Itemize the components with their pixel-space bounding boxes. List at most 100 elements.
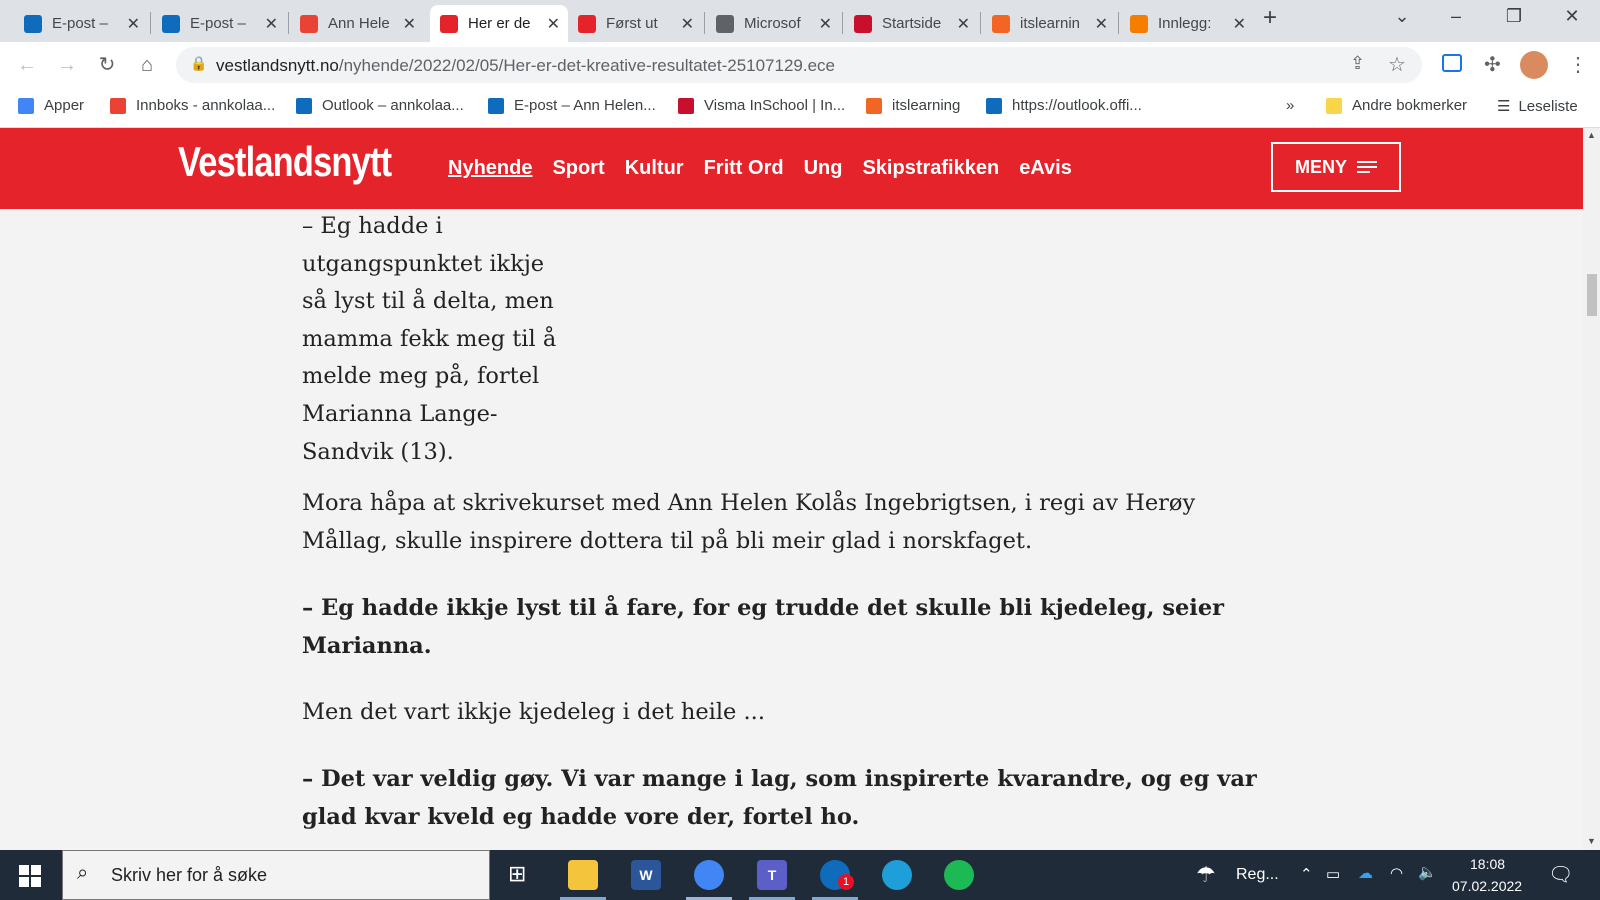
bookmark-item[interactable]: Apper — [18, 97, 84, 114]
url-text[interactable]: vestlandsnytt.no/nyhende/2022/02/05/Her-… — [216, 56, 835, 76]
puzzle-icon[interactable]: ✣ — [1484, 52, 1501, 77]
volume-icon[interactable]: 🔈 — [1418, 863, 1437, 881]
site-logo[interactable]: Vestlandsnytt — [178, 138, 392, 186]
word-icon[interactable]: W — [631, 860, 661, 890]
tab-strip: E-post – ✕ E-post – ✕ Ann Hele ✕ Her er de ✕ Før… — [0, 0, 1600, 42]
weather-icon[interactable]: ☂ — [1196, 862, 1216, 888]
site-nav-item-kultur[interactable]: Kultur — [625, 157, 684, 180]
tab-search-icon[interactable]: ⌄ — [1382, 6, 1422, 27]
forward-button[interactable]: → — [52, 50, 82, 80]
site-nav-item-ung[interactable]: Ung — [804, 157, 843, 180]
spotify-icon[interactable] — [944, 860, 974, 890]
close-tab-icon[interactable]: ✕ — [1095, 14, 1108, 34]
chrome-icon[interactable] — [694, 860, 724, 890]
site-nav-item-fritt-ord[interactable]: Fritt Ord — [704, 157, 784, 180]
scroll-up-arrow-icon[interactable]: ▲ — [1587, 130, 1596, 140]
tab-label: Microsof — [744, 15, 801, 32]
scroll-down-arrow-icon[interactable]: ▼ — [1587, 836, 1596, 846]
extension-icon[interactable] — [1442, 54, 1462, 72]
tab-separator — [980, 12, 981, 34]
tab[interactable]: Innlegg: ✕ — [1120, 5, 1254, 42]
reading-list-icon: ☰ — [1497, 98, 1511, 115]
close-tab-icon[interactable]: ✕ — [819, 14, 832, 34]
windows-start-icon[interactable] — [19, 865, 41, 887]
clock-time[interactable]: 18:08 — [1470, 856, 1505, 872]
restore-button[interactable]: ❐ — [1494, 6, 1534, 27]
bookmark-item[interactable]: Visma InSchool | In... — [678, 97, 845, 114]
apps-grid-icon — [18, 97, 34, 114]
other-bookmarks[interactable]: Andre bokmerker — [1326, 97, 1467, 114]
bookmark-item[interactable]: https://outlook.offi... — [986, 97, 1142, 114]
file-explorer-icon[interactable] — [568, 860, 598, 890]
site-nav-item-sport[interactable]: Sport — [552, 157, 604, 180]
wifi-icon[interactable]: ◠ — [1390, 864, 1403, 882]
tab[interactable]: Ann Hele ✕ — [290, 5, 424, 42]
site-nav-item-skipstrafikken[interactable]: Skipstrafikken — [862, 157, 999, 180]
itslearning-icon — [992, 14, 1010, 33]
menu-label: MENY — [1294, 156, 1347, 177]
tab[interactable]: E-post – ✕ — [152, 5, 286, 42]
new-tab-button[interactable]: + — [1250, 4, 1290, 32]
notifications-icon[interactable]: 🗨 — [1548, 862, 1573, 887]
outlook-icon — [986, 97, 1002, 114]
tab[interactable]: Microsof ✕ — [706, 5, 840, 42]
weather-text[interactable]: Reg... — [1236, 866, 1279, 884]
address-bar[interactable]: 🔒 vestlandsnytt.no/nyhende/2022/02/05/He… — [176, 47, 1422, 83]
tab[interactable]: Her er de ✕ — [430, 5, 568, 42]
bookmark-item[interactable]: E-post – Ann Helen... — [488, 97, 656, 114]
close-tab-icon[interactable]: ✕ — [265, 14, 278, 34]
bookmark-item[interactable]: Outlook – annkolaa... — [296, 97, 464, 114]
menu-button[interactable]: MENY — [1271, 142, 1401, 192]
page-scrollbar[interactable]: ▲ ▼ — [1583, 128, 1600, 850]
paragraph-quote-intro: – Eg hadde i utgangspunktet ikkje så lys… — [302, 213, 557, 465]
back-button[interactable]: ← — [12, 50, 42, 80]
task-view-icon[interactable]: ⊞ — [508, 861, 526, 887]
scrollbar-thumb[interactable] — [1587, 274, 1597, 316]
teams-icon[interactable]: T — [757, 860, 787, 890]
battery-icon[interactable]: ▭ — [1326, 865, 1340, 883]
hamburger-icon — [1357, 158, 1377, 176]
close-tab-icon[interactable]: ✕ — [957, 14, 970, 34]
tab[interactable]: Startside ✕ — [844, 5, 978, 42]
taskbar-search[interactable]: ⌕ Skriv her for å søke — [62, 850, 490, 900]
tray-chevron-icon[interactable]: ⌃ — [1300, 865, 1313, 883]
vestlandsnytt-icon — [578, 14, 596, 33]
onedrive-icon[interactable]: ☁ — [1358, 864, 1373, 882]
bookmarks-overflow-button[interactable]: » — [1286, 97, 1294, 114]
paragraph-quote: – Eg hadde ikkje lyst til å fare, for eg… — [302, 595, 1225, 659]
home-button[interactable]: ⌂ — [132, 50, 162, 80]
tab-separator — [842, 12, 843, 34]
bookmark-item[interactable]: Innboks - annkolaa... — [110, 97, 275, 114]
paragraph: Mora håpa at skrivekurset med Ann Helen … — [302, 490, 1196, 554]
tab[interactable]: E-post – ✕ — [14, 5, 148, 42]
bookmark-star-icon[interactable]: ☆ — [1388, 52, 1406, 77]
browser-toolbar: ← → ↻ ⌂ 🔒 vestlandsnytt.no/nyhende/2022/… — [0, 42, 1600, 88]
site-nav-item-eavis[interactable]: eAvis — [1019, 157, 1072, 180]
tab[interactable]: Først ut ✕ — [568, 5, 702, 42]
close-window-button[interactable]: ✕ — [1552, 6, 1592, 27]
reload-button[interactable]: ↻ — [92, 50, 122, 80]
tab-label: E-post – — [52, 15, 108, 32]
tab-label: Her er de — [468, 15, 531, 32]
close-tab-icon[interactable]: ✕ — [547, 14, 560, 34]
close-tab-icon[interactable]: ✕ — [403, 14, 416, 34]
bookmark-label: https://outlook.offi... — [1012, 97, 1142, 114]
visma-icon — [678, 97, 694, 114]
bookmark-label: Apper — [44, 97, 85, 114]
tab[interactable]: itslearnin ✕ — [982, 5, 1116, 42]
clock-date[interactable]: 07.02.2022 — [1452, 878, 1522, 894]
share-icon[interactable]: ⇪ — [1350, 53, 1365, 74]
close-tab-icon[interactable]: ✕ — [127, 14, 140, 34]
bookmark-item[interactable]: itslearning — [866, 97, 960, 114]
close-tab-icon[interactable]: ✕ — [1233, 14, 1246, 34]
site-nav-item-nyhende[interactable]: Nyhende — [448, 157, 532, 180]
bookmarks-bar: Apper Innboks - annkolaa... Outlook – annk… — [0, 88, 1600, 128]
avatar[interactable] — [1520, 51, 1548, 79]
menu-kebab-icon[interactable]: ⋮ — [1568, 52, 1588, 77]
reading-list[interactable]: ☰ Leseliste — [1497, 97, 1578, 116]
close-tab-icon[interactable]: ✕ — [681, 14, 694, 34]
minimize-button[interactable]: – — [1436, 6, 1476, 27]
gmail-icon — [300, 14, 318, 33]
tab-separator — [288, 12, 289, 34]
edge-icon[interactable] — [882, 860, 912, 890]
